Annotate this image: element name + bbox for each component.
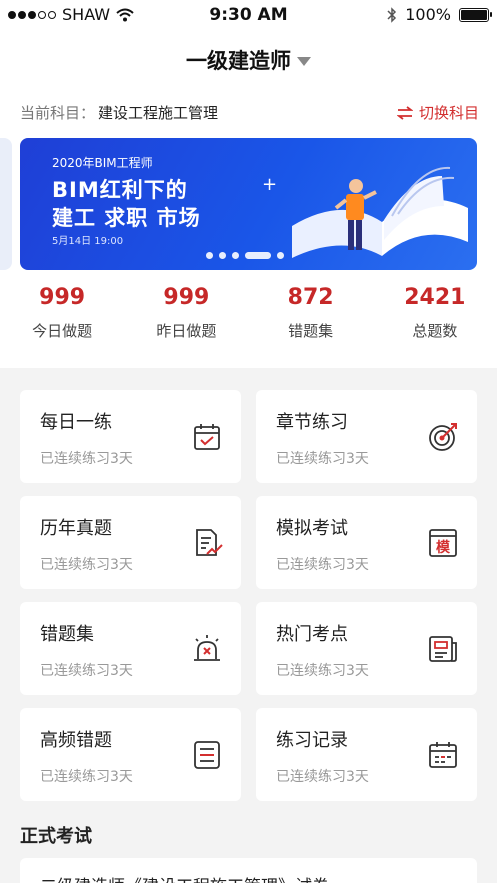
chevron-down-icon[interactable] xyxy=(297,56,311,66)
banner-pagination[interactable] xyxy=(206,252,284,259)
switch-subject-label: 切换科目 xyxy=(418,104,479,122)
stat-value: 2421 xyxy=(404,285,466,310)
stat-value: 999 xyxy=(39,285,86,310)
card-wrong-questions[interactable]: 错题集 已连续练习3天 xyxy=(20,602,241,695)
calendar-check-icon xyxy=(194,424,220,450)
stat-value: 999 xyxy=(163,285,210,310)
battery-icon xyxy=(459,7,492,22)
banner-title-line1: BIM红利下的 xyxy=(52,178,188,202)
newspaper-icon xyxy=(429,636,457,662)
subject-value: 建设工程施工管理 xyxy=(98,104,219,122)
page-title[interactable]: 一级建造师 xyxy=(186,45,291,75)
stat-today[interactable]: 999 今日做题 xyxy=(0,285,124,341)
card-subtitle: 已连续练习3天 xyxy=(276,663,369,679)
bluetooth-icon xyxy=(387,6,397,23)
card-daily-practice[interactable]: 每日一练 已连续练习3天 xyxy=(20,390,241,483)
promo-banner[interactable]: 2020年BIM工程师 BIM红利下的 建工 求职 市场 5月14日 19:00… xyxy=(20,138,477,270)
card-hot-topics[interactable]: 热门考点 已连续练习3天 xyxy=(256,602,477,695)
card-title: 模拟考试 xyxy=(276,518,348,539)
exam-item[interactable]: 二级建造师《建设工程施工管理》试卷 xyxy=(20,858,477,883)
card-subtitle: 已连续练习3天 xyxy=(40,557,133,573)
banner-title-line2: 建工 求职 市场 xyxy=(52,206,201,230)
card-subtitle: 已连续练习3天 xyxy=(40,451,133,467)
card-mock-exam[interactable]: 模拟考试 已连续练习3天 模 xyxy=(256,496,477,589)
card-title: 热门考点 xyxy=(276,624,348,645)
card-chapter-practice[interactable]: 章节练习 已连续练习3天 xyxy=(256,390,477,483)
card-title: 练习记录 xyxy=(276,730,348,751)
card-title: 高频错题 xyxy=(40,730,112,751)
book-illustration-icon xyxy=(292,166,468,258)
section-title: 正式考试 xyxy=(20,826,92,847)
card-frequent-errors[interactable]: 高频错题 已连续练习3天 xyxy=(20,708,241,801)
list-document-icon xyxy=(194,741,220,769)
mock-exam-icon-text: 模 xyxy=(436,539,451,556)
stat-label: 昨日做题 xyxy=(156,322,217,340)
banner-date: 5月14日 19:00 xyxy=(52,236,124,247)
card-subtitle: 已连续练习3天 xyxy=(40,769,133,785)
banner-subtitle: 2020年BIM工程师 xyxy=(52,156,153,170)
header[interactable]: 一级建造师 xyxy=(0,30,497,90)
card-subtitle: 已连续练习3天 xyxy=(40,663,133,679)
stat-label: 错题集 xyxy=(288,322,334,340)
card-title: 历年真题 xyxy=(40,518,112,539)
stat-value: 872 xyxy=(287,285,334,310)
card-title: 错题集 xyxy=(40,624,94,645)
stats-row: 999 今日做题 999 昨日做题 872 错题集 2421 总题数 xyxy=(0,285,497,341)
document-chart-icon xyxy=(196,529,223,556)
stat-yesterday[interactable]: 999 昨日做题 xyxy=(124,285,248,341)
stat-total[interactable]: 2421 总题数 xyxy=(373,285,497,341)
banner-previous-slide[interactable] xyxy=(0,138,12,270)
status-right: 100% xyxy=(387,5,492,24)
subject-row: 当前科目： 建设工程施工管理 切换科目 xyxy=(0,90,497,134)
exam-title: 二级建造师《建设工程施工管理》试卷 xyxy=(40,872,329,883)
card-subtitle: 已连续练习3天 xyxy=(276,451,369,467)
mock-exam-icon: 模 xyxy=(429,529,457,557)
calendar-record-icon xyxy=(429,742,457,768)
stat-label: 总题数 xyxy=(412,322,458,340)
battery-percent: 100% xyxy=(405,5,451,24)
card-subtitle: 已连续练习3天 xyxy=(276,769,369,785)
card-past-exams[interactable]: 历年真题 已连续练习3天 xyxy=(20,496,241,589)
target-icon xyxy=(429,423,457,451)
status-bar: SHAW 9:30 AM 100% xyxy=(0,0,497,30)
swap-icon xyxy=(396,105,413,120)
stat-label: 今日做题 xyxy=(32,322,93,340)
card-title: 章节练习 xyxy=(276,412,348,433)
switch-subject-button[interactable]: 切换科目 xyxy=(396,102,479,123)
subject-label: 当前科目： xyxy=(20,104,96,122)
alarm-icon xyxy=(194,635,220,661)
card-practice-record[interactable]: 练习记录 已连续练习3天 xyxy=(256,708,477,801)
card-subtitle: 已连续练习3天 xyxy=(276,557,369,573)
stat-wrong-set[interactable]: 872 错题集 xyxy=(249,285,373,341)
card-title: 每日一练 xyxy=(40,412,112,433)
